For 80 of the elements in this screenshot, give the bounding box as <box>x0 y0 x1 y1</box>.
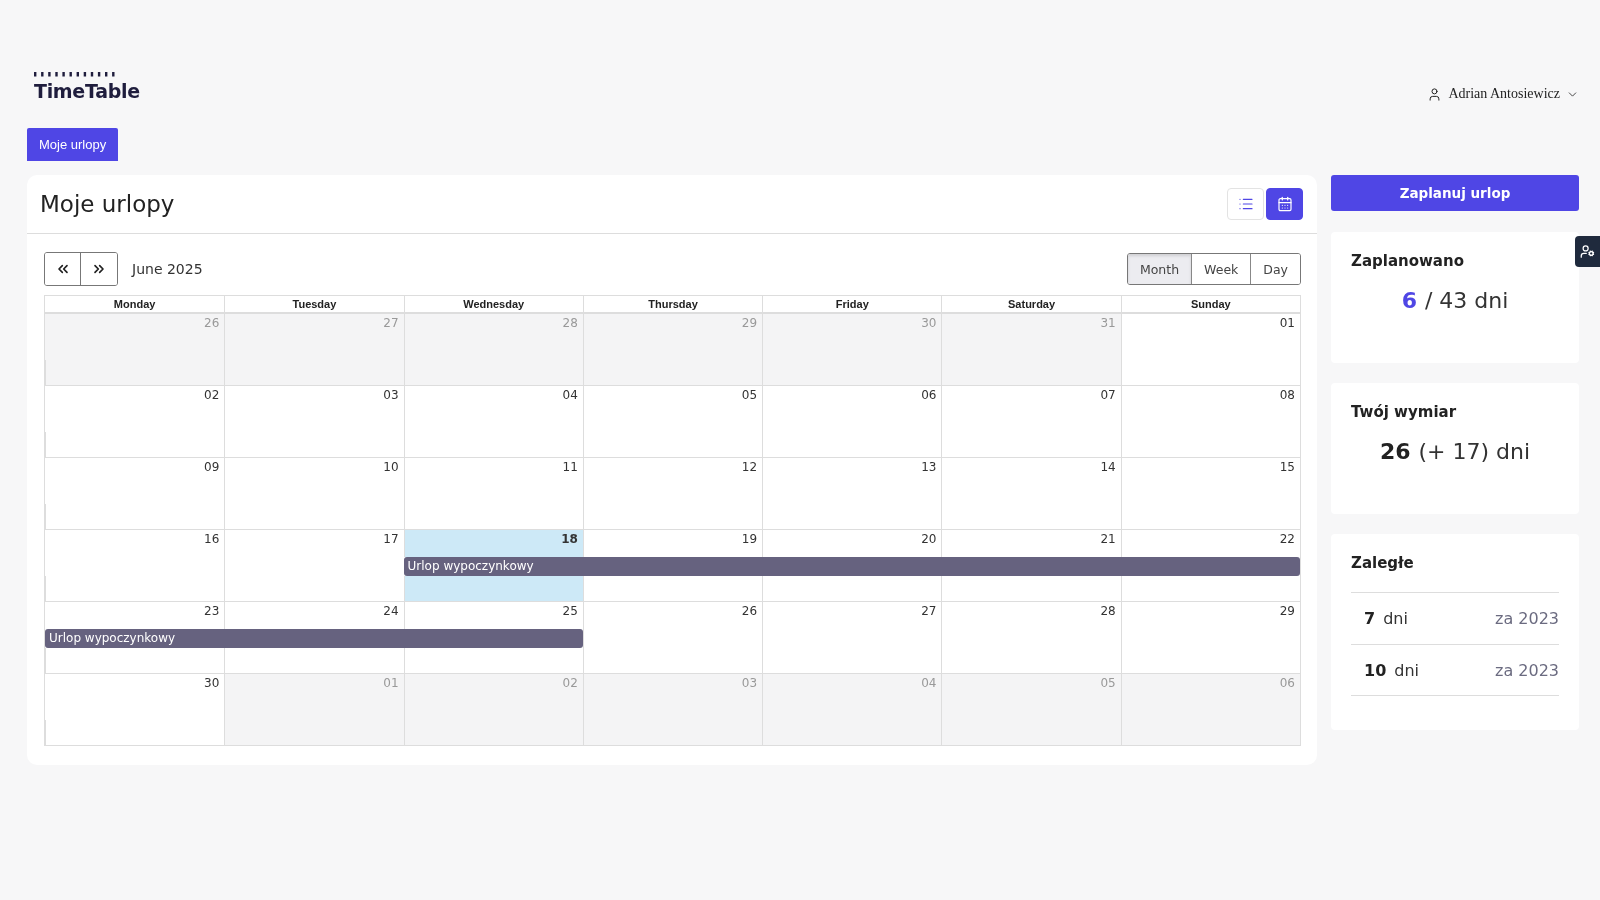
weekday-header: Wednesday <box>403 296 583 313</box>
day-number: 03 <box>741 676 758 691</box>
day-number: 03 <box>383 388 399 403</box>
day-number: 06 <box>921 388 937 403</box>
day-number: 28 <box>562 316 578 331</box>
weekday-header: Monday <box>45 296 225 313</box>
card-title: Zaległe <box>1351 554 1415 572</box>
day-number: 22 <box>1279 532 1295 547</box>
day-number: 02 <box>204 388 220 403</box>
day-number: 29 <box>741 316 758 331</box>
day-number: 13 <box>921 460 937 475</box>
day-number: 26 <box>204 316 220 331</box>
event-bar[interactable]: Urlop wypoczynkowy <box>403 557 1300 576</box>
user-menu[interactable]: Adrian Antosiewicz <box>1427 86 1579 102</box>
day-number: 15 <box>1279 460 1295 475</box>
total-days: / 43 dni <box>1424 288 1509 313</box>
side-tab[interactable] <box>1575 236 1600 267</box>
day-number: 28 <box>1100 604 1116 619</box>
day-number: 05 <box>741 388 758 403</box>
day-number: 26 <box>741 604 758 619</box>
card-title: Twój wymiar <box>1351 403 1458 421</box>
allowance-days: 26 <box>1379 439 1411 464</box>
day-number: 17 <box>383 532 399 547</box>
day-number: 19 <box>741 532 758 547</box>
day-number: 05 <box>1100 676 1116 691</box>
day-number: 18 <box>561 532 578 547</box>
day-number: 24 <box>383 604 399 619</box>
day-number: 07 <box>1100 388 1116 403</box>
day-number: 04 <box>562 388 578 403</box>
planned-days: 6 <box>1401 288 1417 313</box>
user-name: Adrian Antosiewicz <box>1448 86 1560 102</box>
overdue-amount: 7 <box>1364 609 1376 628</box>
day-number: 02 <box>562 676 578 691</box>
logo-text: TimeTable <box>34 80 140 102</box>
day-number: 25 <box>562 604 578 619</box>
period-label: June 2025 <box>132 261 203 277</box>
overdue-year: za 2023 <box>1495 609 1559 628</box>
calendar-icon <box>1276 196 1293 212</box>
weekday-header: Thursday <box>582 296 763 313</box>
overdue-unit: dni <box>1383 609 1408 628</box>
list-icon <box>1237 196 1254 212</box>
day-number: 09 <box>204 460 220 475</box>
day-number: 11 <box>562 460 578 475</box>
day-number: 29 <box>1279 604 1295 619</box>
day-cell[interactable]: 18 <box>403 530 583 557</box>
plan-leave-button[interactable]: Zaplanuj urlop <box>1331 175 1579 211</box>
user-gear-icon <box>1580 244 1595 259</box>
day-number: 04 <box>921 676 937 691</box>
day-number: 20 <box>921 532 937 547</box>
event-bar[interactable]: Urlop wypoczynkowy <box>45 629 583 648</box>
day-number: 12 <box>741 460 758 475</box>
day-number: 30 <box>204 676 220 691</box>
weekday-header: Saturday <box>941 296 1121 313</box>
day-number: 23 <box>204 604 220 619</box>
weekday-header: Tuesday <box>224 296 404 313</box>
card-title: Zaplanowano <box>1351 252 1465 270</box>
day-number: 14 <box>1100 460 1116 475</box>
previous-button[interactable] <box>45 253 81 285</box>
nav-tab[interactable]: Moje urlopy <box>27 128 119 161</box>
weekday-header: Sunday <box>1120 296 1300 313</box>
day-number: 10 <box>383 460 399 475</box>
day-number: 16 <box>204 532 220 547</box>
range-button[interactable]: Month <box>1127 254 1193 284</box>
weekday-header: Friday <box>762 296 942 313</box>
overdue-unit: dni <box>1394 660 1419 680</box>
user-icon <box>1427 86 1443 102</box>
day-number: 27 <box>383 316 399 331</box>
calendar-view-button[interactable] <box>1266 188 1303 220</box>
page-title: Moje urlopy <box>40 191 175 217</box>
extra-days: (+ 17) dni <box>1418 439 1531 464</box>
day-number: 06 <box>1279 676 1295 691</box>
day-number: 08 <box>1279 388 1295 403</box>
day-number: 01 <box>1279 316 1295 331</box>
day-number: 21 <box>1100 532 1116 547</box>
day-number: 01 <box>383 676 399 691</box>
day-number: 31 <box>1100 316 1116 331</box>
day-number: 27 <box>921 604 937 619</box>
overdue-year: za 2023 <box>1495 660 1559 680</box>
day-number: 30 <box>921 316 937 331</box>
overdue-amount: 10 <box>1364 660 1387 680</box>
